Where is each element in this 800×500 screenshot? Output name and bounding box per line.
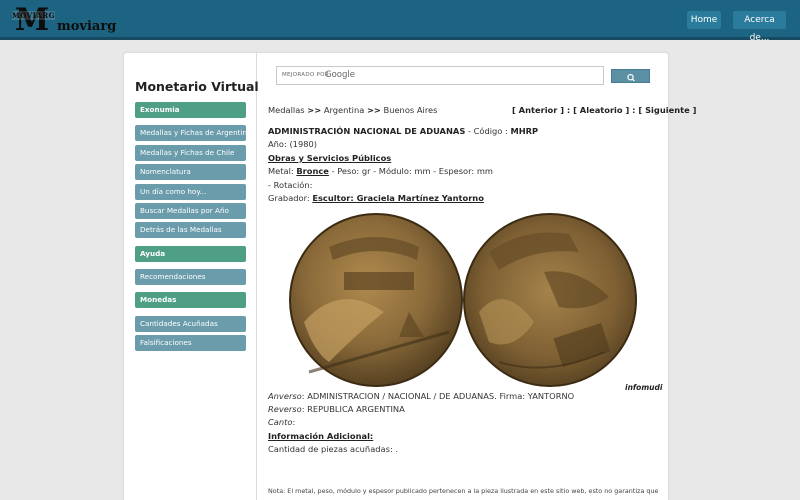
- metal-link[interactable]: Bronce: [296, 166, 329, 176]
- sidebar-item-cantidades-acunadas[interactable]: Cantidades Acuñadas: [135, 316, 246, 332]
- breadcrumb-separator: >>: [307, 105, 322, 115]
- sidebar-section-ayuda[interactable]: Ayuda: [135, 246, 246, 262]
- search-powered-label: MEJORADO POR: [282, 72, 329, 78]
- pager-separator: :: [632, 105, 636, 115]
- metal-label: Metal:: [268, 166, 294, 176]
- breadcrumb: Medallas >> Argentina >> Buenos Aires: [268, 105, 438, 115]
- logo-small-text: MOVIARG: [12, 11, 56, 20]
- medal-images: [289, 213, 637, 387]
- google-wordmark: Google: [325, 70, 355, 80]
- medal-code: MHRP: [510, 126, 539, 136]
- engraver-link[interactable]: Escultor: Graciela Martínez Yantorno: [312, 193, 484, 203]
- edge-label: Canto: [268, 417, 293, 427]
- sidebar-title: Monetario Virtual: [135, 79, 259, 94]
- sidebar-section-monedas[interactable]: Monedas: [135, 292, 246, 308]
- pager-previous-link[interactable]: [ Anterior ]: [512, 105, 564, 115]
- sidebar-item-un-dia-como-hoy[interactable]: Un día como hoy...: [135, 184, 246, 200]
- minted-quantity: Cantidad de piezas acuñadas: .: [268, 444, 399, 454]
- disclaimer-note: Nota: El metal, peso, módulo y espesor p…: [268, 487, 658, 495]
- breadcrumb-buenos-aires[interactable]: Buenos Aires: [384, 105, 438, 115]
- pager-next-link[interactable]: [ Siguiente ]: [638, 105, 696, 115]
- sidebar-section-exonumia[interactable]: Exonumia: [135, 102, 246, 118]
- edge-text: :: [292, 417, 296, 427]
- column-divider: [256, 53, 257, 500]
- sidebar-item-medallas-chile[interactable]: Medallas y Fichas de Chile: [135, 145, 246, 161]
- search-icon: [627, 73, 635, 82]
- top-navbar: M MOVIARG moviarg Home Acerca de...: [0, 0, 800, 43]
- breadcrumb-separator: >>: [366, 105, 381, 115]
- medal-year: Año: (1980): [268, 139, 318, 149]
- sidebar-item-nomenclatura[interactable]: Nomenclatura: [135, 164, 246, 180]
- breadcrumb-argentina[interactable]: Argentina: [324, 105, 364, 115]
- medal-rotation: - Rotación:: [268, 180, 313, 190]
- sidebar-item-buscar-por-anio[interactable]: Buscar Medallas por Año: [135, 203, 246, 219]
- medal-category-link[interactable]: Obras y Servicios Públicos: [268, 153, 391, 163]
- search-button[interactable]: [611, 69, 650, 83]
- medal-specs-line: Metal: Bronce - Peso: gr - Módulo: mm - …: [268, 166, 493, 176]
- sidebar-item-detras-medallas[interactable]: Detrás de las Medallas: [135, 222, 246, 238]
- edge-line: Canto:: [268, 417, 295, 427]
- additional-info-title: Información Adicional:: [268, 431, 374, 441]
- medal-name: ADMINISTRACIÓN NACIONAL DE ADUANAS: [268, 126, 466, 136]
- site-logo[interactable]: M MOVIARG moviarg: [10, 2, 116, 38]
- logo-letter: M: [14, 2, 50, 38]
- obverse-text: : ADMINISTRACION / NACIONAL / DE ADUANAS…: [301, 391, 575, 401]
- reverse-line: Reverso: REPUBLICA ARGENTINA: [268, 404, 405, 414]
- nav-home-button[interactable]: Home: [687, 11, 721, 29]
- medal-title-line: ADMINISTRACIÓN NACIONAL DE ADUANAS - Cód…: [268, 126, 538, 136]
- nav-about-button[interactable]: Acerca de...: [733, 11, 786, 43]
- search-input[interactable]: MEJORADO POR Google: [276, 66, 604, 85]
- pager: [ Anterior ] : [ Aleatorio ] : [ Siguien…: [512, 105, 696, 115]
- obverse-label: Anverso: [268, 391, 302, 401]
- pager-random-link[interactable]: [ Aleatorio ]: [573, 105, 629, 115]
- logo-wordmark: moviarg: [57, 19, 117, 34]
- sidebar-item-medallas-argentina[interactable]: Medallas y Fichas de Argentina: [135, 125, 246, 141]
- obverse-line: Anverso: ADMINISTRACION / NACIONAL / DE …: [268, 391, 574, 401]
- reverse-medal-image: [463, 213, 637, 387]
- sidebar-item-falsificaciones[interactable]: Falsificaciones: [135, 335, 246, 351]
- breadcrumb-medallas[interactable]: Medallas: [268, 105, 305, 115]
- obverse-medal-image: [289, 213, 463, 387]
- reverse-text: : REPUBLICA ARGENTINA: [301, 404, 405, 414]
- medal-engraver-line: Grabador: Escultor: Graciela Martínez Ya…: [268, 193, 484, 203]
- reverse-label: Reverso: [268, 404, 302, 414]
- medal-specs: - Peso: gr - Módulo: mm - Espesor: mm: [331, 166, 493, 176]
- sidebar-item-recomendaciones[interactable]: Recomendaciones: [135, 269, 246, 285]
- medal-code-label: - Código :: [467, 126, 508, 136]
- engraver-label: Grabador:: [268, 193, 310, 203]
- pager-separator: :: [566, 105, 571, 115]
- image-credit: infomudi: [625, 383, 663, 392]
